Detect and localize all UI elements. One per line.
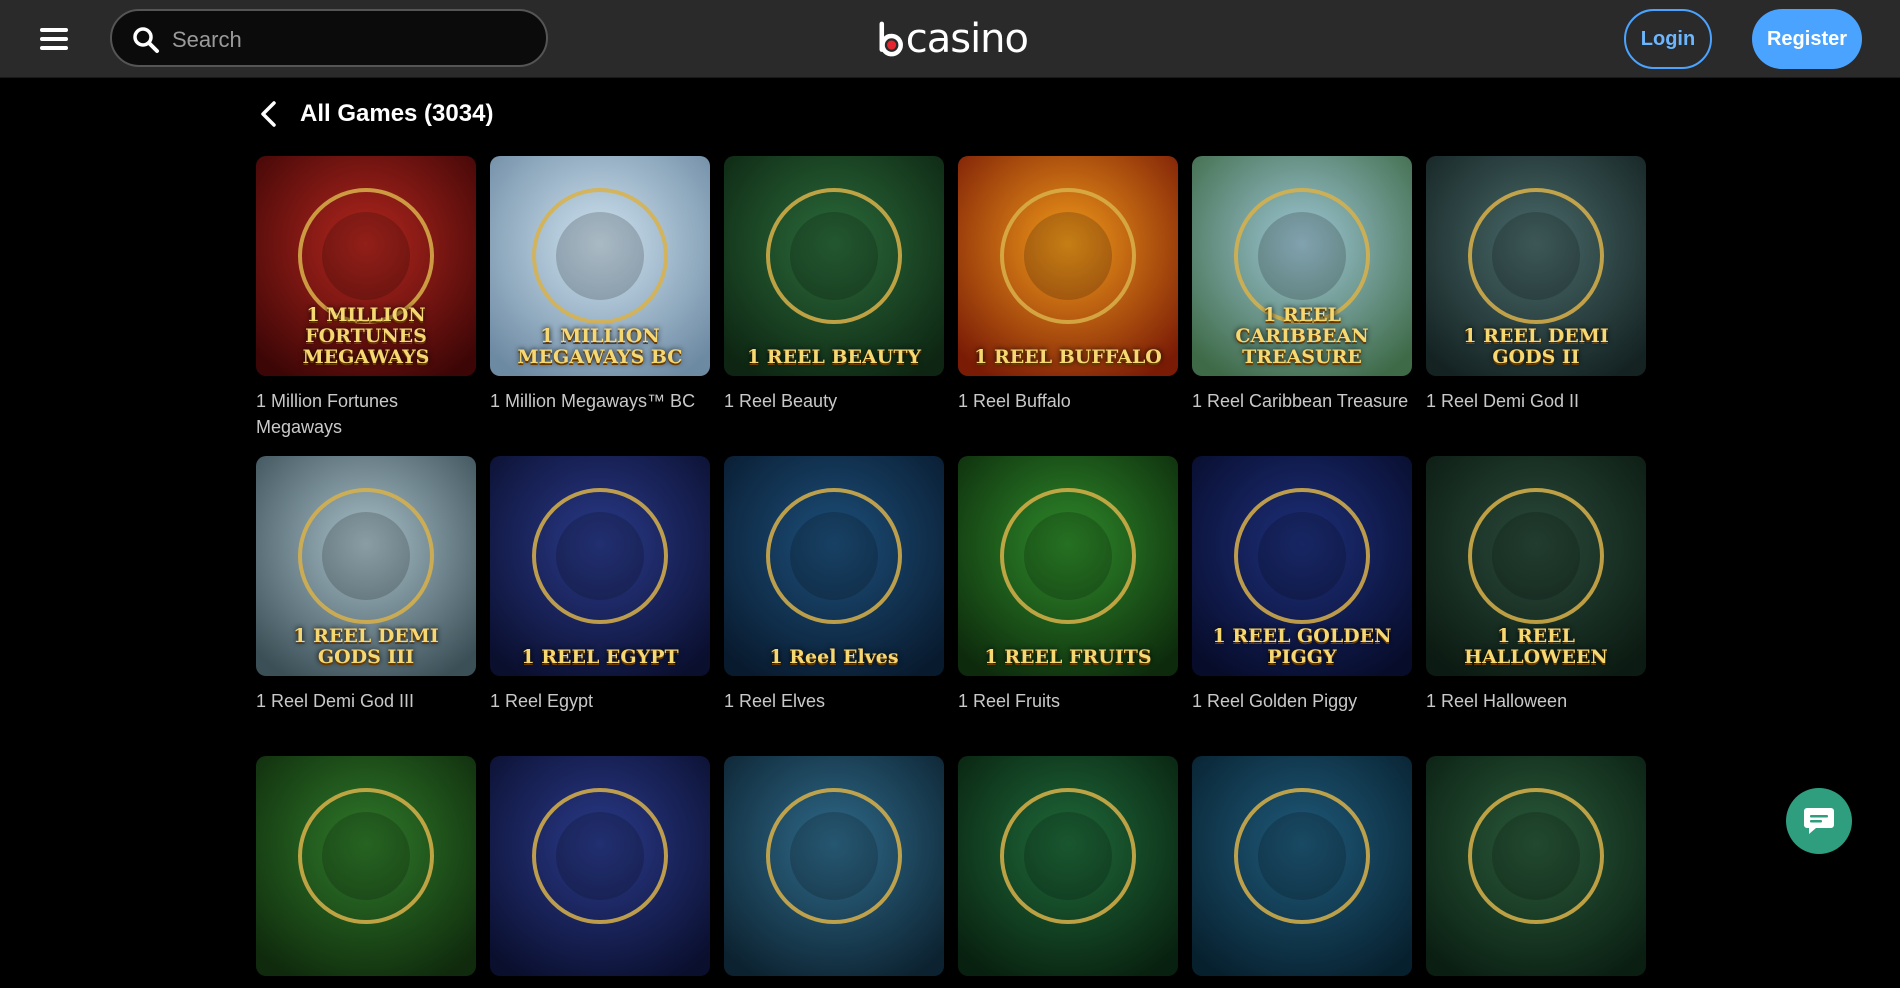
game-card[interactable]: 1 REEL GOLDEN PIGGY 1 Reel Golden Piggy bbox=[1192, 456, 1412, 714]
game-card[interactable] bbox=[1426, 756, 1646, 988]
game-name[interactable]: 1 Reel Fruits bbox=[958, 688, 1178, 714]
game-art-icon bbox=[958, 756, 1178, 976]
game-thumbnail-title: 1 REEL BUFFALO bbox=[974, 346, 1162, 368]
game-thumbnail[interactable]: 1 REEL GOLDEN PIGGY bbox=[1192, 456, 1412, 676]
game-thumbnail[interactable]: 1 REEL DEMI GODS III bbox=[256, 456, 476, 676]
game-thumbnail[interactable]: 1 REEL FRUITS bbox=[958, 456, 1178, 676]
game-card[interactable] bbox=[724, 756, 944, 988]
game-card[interactable]: 1 MILLION FORTUNES MEGAWAYS 1 Million For… bbox=[256, 156, 476, 440]
game-card[interactable]: 1 REEL BUFFALO 1 Reel Buffalo bbox=[958, 156, 1178, 414]
game-thumbnail-title: 1 MILLION MEGAWAYS BC bbox=[517, 325, 683, 368]
game-thumbnail-title: 1 REEL CARIBBEAN TREASURE bbox=[1235, 304, 1369, 368]
game-card[interactable] bbox=[958, 756, 1178, 988]
game-thumbnail[interactable] bbox=[1192, 756, 1412, 976]
game-thumbnail[interactable]: 1 REEL BEAUTY bbox=[724, 156, 944, 376]
menu-icon[interactable] bbox=[40, 28, 68, 50]
game-name[interactable]: 1 Reel Egypt bbox=[490, 688, 710, 714]
game-art-icon bbox=[724, 156, 944, 376]
game-thumbnail[interactable]: 1 MILLION FORTUNES MEGAWAYS bbox=[256, 156, 476, 376]
game-name[interactable]: 1 Reel Golden Piggy bbox=[1192, 688, 1412, 714]
game-card[interactable]: 1 MILLION MEGAWAYS BC 1 Million Megaways™… bbox=[490, 156, 710, 414]
search-box[interactable] bbox=[110, 9, 548, 67]
game-card[interactable]: 1 REEL FRUITS 1 Reel Fruits bbox=[958, 456, 1178, 714]
game-thumbnail-title: 1 MILLION FORTUNES MEGAWAYS bbox=[302, 304, 430, 368]
game-thumbnail-title: 1 REEL BEAUTY bbox=[746, 346, 922, 368]
register-button[interactable]: Register bbox=[1752, 9, 1862, 69]
game-card[interactable] bbox=[256, 756, 476, 988]
game-card[interactable] bbox=[1192, 756, 1412, 988]
game-thumbnail[interactable]: 1 REEL DEMI GODS II bbox=[1426, 156, 1646, 376]
game-name[interactable]: 1 Reel Demi God III bbox=[256, 688, 476, 714]
game-art-icon bbox=[958, 456, 1178, 676]
game-name[interactable]: 1 Reel Halloween bbox=[1426, 688, 1646, 714]
game-card[interactable]: 1 REEL CARIBBEAN TREASURE 1 Reel Caribbea… bbox=[1192, 156, 1412, 414]
game-name[interactable]: 1 Reel Beauty bbox=[724, 388, 944, 414]
game-thumbnail[interactable] bbox=[256, 756, 476, 976]
chat-button[interactable] bbox=[1786, 788, 1852, 854]
game-art-icon bbox=[490, 756, 710, 976]
game-thumbnail[interactable] bbox=[958, 756, 1178, 976]
top-bar: casino Login Register bbox=[0, 0, 1900, 78]
game-name[interactable]: 1 Reel Buffalo bbox=[958, 388, 1178, 414]
login-button[interactable]: Login bbox=[1624, 9, 1712, 69]
logo[interactable]: casino bbox=[878, 12, 1029, 66]
game-art-icon bbox=[1426, 756, 1646, 976]
back-arrow-icon[interactable] bbox=[256, 99, 282, 129]
game-name[interactable]: 1 Reel Demi God II bbox=[1426, 388, 1646, 414]
game-thumbnail-title: 1 REEL HALLOWEEN bbox=[1464, 625, 1608, 668]
chat-icon bbox=[1804, 808, 1834, 834]
game-name[interactable]: 1 Million Megaways™ BC bbox=[490, 388, 710, 414]
game-card[interactable]: 1 REEL DEMI GODS II 1 Reel Demi God II bbox=[1426, 156, 1646, 414]
page-title: All Games (3034) bbox=[300, 100, 494, 127]
game-thumbnail-title: 1 Reel Elves bbox=[769, 646, 899, 668]
game-thumbnail-title: 1 REEL GOLDEN PIGGY bbox=[1212, 625, 1392, 668]
game-card[interactable]: 1 Reel Elves 1 Reel Elves bbox=[724, 456, 944, 714]
search-icon bbox=[133, 27, 159, 53]
game-thumbnail-title: 1 REEL DEMI GODS II bbox=[1463, 325, 1609, 368]
game-card[interactable]: 1 REEL HALLOWEEN 1 Reel Halloween bbox=[1426, 456, 1646, 714]
game-thumbnail[interactable]: 1 REEL EGYPT bbox=[490, 456, 710, 676]
game-thumbnail-title: 1 REEL FRUITS bbox=[984, 646, 1152, 668]
game-thumbnail-title: 1 REEL EGYPT bbox=[521, 646, 679, 668]
game-art-icon bbox=[256, 756, 476, 976]
game-name[interactable]: 1 Million Fortunes Megaways bbox=[256, 388, 476, 440]
game-card[interactable]: 1 REEL BEAUTY 1 Reel Beauty bbox=[724, 156, 944, 414]
game-card[interactable]: 1 REEL EGYPT 1 Reel Egypt bbox=[490, 456, 710, 714]
game-thumbnail[interactable] bbox=[724, 756, 944, 976]
game-art-icon bbox=[958, 156, 1178, 376]
game-thumbnail[interactable]: 1 REEL BUFFALO bbox=[958, 156, 1178, 376]
game-thumbnail[interactable]: 1 MILLION MEGAWAYS BC bbox=[490, 156, 710, 376]
game-thumbnail[interactable]: 1 Reel Elves bbox=[724, 456, 944, 676]
game-thumbnail[interactable]: 1 REEL HALLOWEEN bbox=[1426, 456, 1646, 676]
game-art-icon bbox=[724, 756, 944, 976]
game-thumbnail[interactable] bbox=[490, 756, 710, 976]
game-thumbnail-title: 1 REEL DEMI GODS III bbox=[293, 625, 439, 668]
game-card[interactable]: 1 REEL DEMI GODS III 1 Reel Demi God III bbox=[256, 456, 476, 714]
game-name[interactable]: 1 Reel Caribbean Treasure bbox=[1192, 388, 1412, 414]
search-input[interactable] bbox=[170, 23, 524, 57]
logo-text: casino bbox=[905, 16, 1029, 62]
game-art-icon bbox=[1192, 756, 1412, 976]
game-name[interactable]: 1 Reel Elves bbox=[724, 688, 944, 714]
game-thumbnail[interactable]: 1 REEL CARIBBEAN TREASURE bbox=[1192, 156, 1412, 376]
game-art-icon bbox=[724, 456, 944, 676]
page-header: All Games (3034) bbox=[256, 96, 493, 132]
game-card[interactable] bbox=[490, 756, 710, 988]
game-art-icon bbox=[490, 456, 710, 676]
logo-b-icon bbox=[879, 21, 903, 57]
game-thumbnail[interactable] bbox=[1426, 756, 1646, 976]
